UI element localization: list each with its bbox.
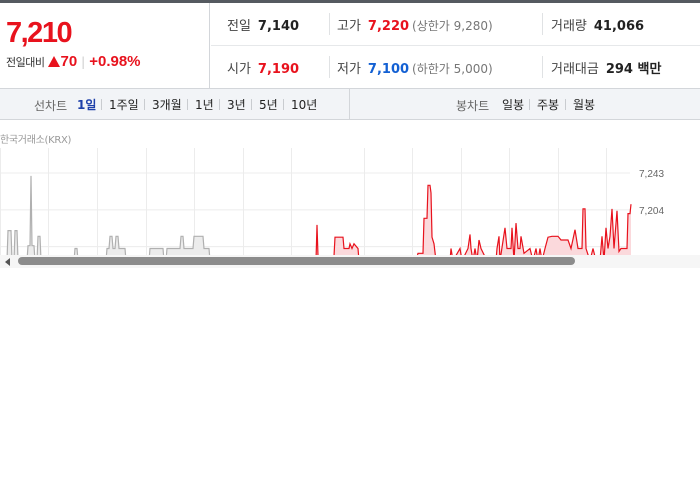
tab-1-year[interactable]: 1년 bbox=[195, 96, 214, 113]
change-percent: +0.98% bbox=[89, 53, 141, 70]
stat-prev-close-label: 전일 bbox=[227, 19, 251, 34]
tab-10-years[interactable]: 10년 bbox=[291, 96, 317, 113]
stat-high-label: 고가 bbox=[337, 19, 361, 34]
stat-prev-close-value: 7,140 bbox=[257, 19, 300, 34]
stat-volume-value: 41,066 bbox=[593, 19, 645, 34]
scroll-left-arrow-icon[interactable] bbox=[5, 258, 10, 266]
stat-high-value: 7,220 bbox=[367, 19, 410, 34]
line-chart-title: 선차트 bbox=[34, 99, 68, 113]
price-chart-svg: 7,243 7,204 bbox=[0, 148, 664, 256]
tab-divider bbox=[529, 99, 530, 110]
stats-row-2: 시가 7,190 저가 7,100 (하한가 5,000) 거래대금 294 백만 bbox=[211, 46, 700, 89]
stats-row-1: 전일 7,140 고가 7,220 (상한가 9,280) 거래량 41,066 bbox=[211, 3, 700, 46]
stats-panel: 전일 7,140 고가 7,220 (상한가 9,280) 거래량 41,066 시가 7… bbox=[211, 3, 700, 89]
tab-monthly-candle[interactable]: 월봉 bbox=[573, 96, 595, 113]
stat-lower-limit: (하한가 5,000) bbox=[412, 62, 493, 76]
stat-volume-label: 거래량 bbox=[551, 19, 587, 34]
price-chart: 7,243 7,204 bbox=[0, 148, 700, 256]
series-previous-line bbox=[6, 175, 211, 256]
change-row: 전일대비 70 | +0.98% bbox=[6, 53, 141, 70]
stat-trade-value-value: 294 백만 bbox=[605, 62, 662, 77]
chart-scrollbar[interactable] bbox=[0, 255, 700, 268]
stat-divider bbox=[542, 13, 543, 35]
stat-trade-value-label: 거래대금 bbox=[551, 62, 599, 77]
stat-low: 저가 7,100 (하한가 5,000) bbox=[337, 58, 493, 77]
tab-1-week[interactable]: 1주일 bbox=[109, 96, 139, 113]
stat-high: 고가 7,220 (상한가 9,280) bbox=[337, 15, 493, 34]
tab-5-years[interactable]: 5년 bbox=[259, 96, 278, 113]
stat-open-value: 7,190 bbox=[257, 62, 300, 77]
up-triangle-icon bbox=[48, 56, 61, 67]
series-today-area bbox=[316, 185, 631, 256]
tab-divider bbox=[101, 99, 102, 110]
tab-3-months[interactable]: 3개월 bbox=[152, 96, 182, 113]
tab-divider bbox=[251, 99, 252, 110]
line-chart-tabs: 선차트 1일 1주일 3개월 1년 3년 5년 10년 bbox=[0, 89, 350, 119]
stat-upper-limit: (상한가 9,280) bbox=[412, 19, 493, 33]
price-box: 7,210 전일대비 70 | +0.98% bbox=[0, 3, 210, 89]
y-tick-label: 7,204 bbox=[639, 206, 664, 217]
tab-1-day[interactable]: 1일 bbox=[77, 96, 96, 113]
chart-source: 한국거래소(KRX) bbox=[0, 135, 72, 146]
tab-divider bbox=[219, 99, 220, 110]
tab-divider bbox=[283, 99, 284, 110]
current-price: 7,210 bbox=[6, 17, 73, 49]
y-tick-label: 7,243 bbox=[639, 169, 664, 180]
tab-divider bbox=[565, 99, 566, 110]
chart-tabs-bar: 선차트 1일 1주일 3개월 1년 3년 5년 10년 봉차트 일봉 주봉 월봉 bbox=[0, 89, 700, 120]
change-amount: 70 bbox=[60, 53, 78, 70]
stat-open: 시가 7,190 bbox=[227, 58, 299, 77]
stat-trade-value: 거래대금 294 백만 bbox=[551, 58, 661, 77]
stat-divider bbox=[329, 13, 330, 35]
change-divider: | bbox=[81, 55, 86, 69]
change-label: 전일대비 bbox=[6, 56, 45, 69]
tab-divider bbox=[187, 99, 188, 110]
stat-divider bbox=[542, 56, 543, 78]
stat-volume: 거래량 41,066 bbox=[551, 15, 644, 34]
tab-3-years[interactable]: 3년 bbox=[227, 96, 246, 113]
candle-chart-title: 봉차트 bbox=[456, 99, 490, 113]
scroll-thumb[interactable] bbox=[18, 257, 575, 265]
tab-divider bbox=[144, 99, 145, 110]
tab-weekly-candle[interactable]: 주봉 bbox=[537, 96, 559, 113]
tab-daily-candle[interactable]: 일봉 bbox=[502, 96, 524, 113]
stat-prev-close: 전일 7,140 bbox=[227, 15, 299, 34]
stat-low-value: 7,100 bbox=[367, 62, 410, 77]
stat-open-label: 시가 bbox=[227, 62, 251, 77]
stat-low-label: 저가 bbox=[337, 62, 361, 77]
stat-divider bbox=[329, 56, 330, 78]
quote-summary: 7,210 전일대비 70 | +0.98% 전일 7,140 고가 7,220 (상한가 … bbox=[0, 3, 700, 89]
